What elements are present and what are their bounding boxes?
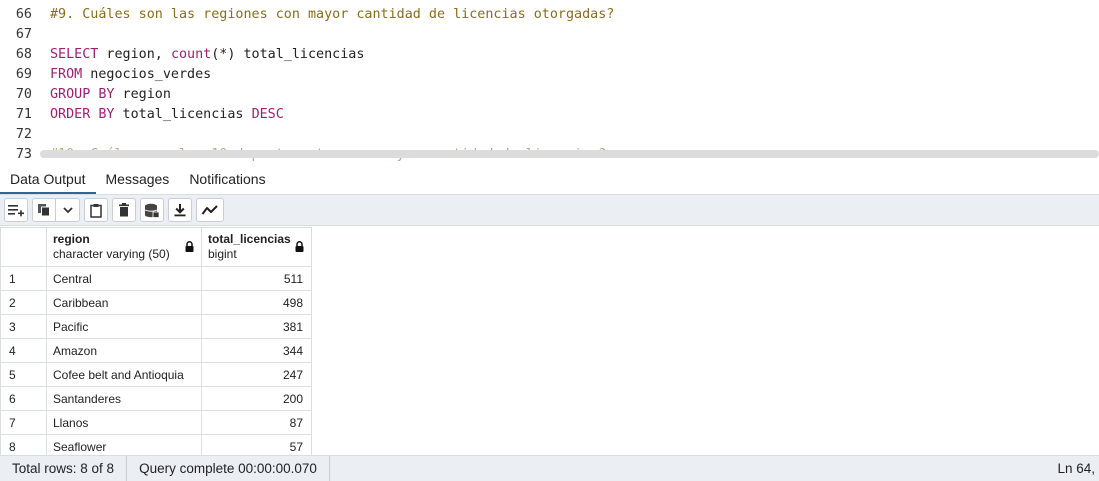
cell-region[interactable]: Santanderes (46, 386, 202, 411)
download-button[interactable] (168, 198, 192, 222)
code-text: region, (98, 46, 171, 62)
cell-region[interactable]: Central (46, 266, 202, 291)
total-rows-status: Total rows: 8 of 8 (0, 456, 128, 481)
save-data-button[interactable] (140, 198, 164, 222)
cell-region[interactable]: Llanos (46, 410, 202, 435)
row-number[interactable]: 4 (0, 338, 47, 363)
table-row[interactable]: 6 Santanderes 200 (0, 386, 312, 411)
cell-total-licencias[interactable]: 344 (201, 338, 312, 363)
data-output-toolbar (0, 195, 1099, 226)
chevron-down-icon (62, 207, 73, 214)
row-number[interactable]: 5 (0, 362, 47, 387)
cell-region[interactable]: Seaflower (46, 434, 202, 455)
table-row[interactable]: 8 Seaflower 57 (0, 434, 312, 455)
status-bar: Total rows: 8 of 8 Query complete 00:00:… (0, 455, 1099, 481)
comment-text: #9. Cuáles son las regiones con mayor ca… (50, 6, 615, 22)
cell-total-licencias[interactable]: 57 (201, 434, 312, 455)
row-number[interactable]: 1 (0, 266, 47, 291)
line-number: 69 (15, 66, 32, 82)
cell-total-licencias[interactable]: 498 (201, 290, 312, 315)
code-text: (*) total_licencias (211, 46, 365, 62)
code-line-72[interactable]: 72 (0, 124, 1099, 144)
cell-total-licencias[interactable]: 87 (201, 410, 312, 435)
code-line-68[interactable]: 68 SELECT region, count (*) total_licenci… (0, 44, 1099, 64)
row-number[interactable]: 2 (0, 290, 47, 315)
output-tabs: Data Output Messages Notifications (0, 162, 1099, 195)
column-type: character varying (50) (53, 247, 170, 261)
delete-icon (119, 203, 129, 217)
horizontal-scrollbar[interactable] (40, 150, 1099, 158)
add-row-icon (8, 205, 24, 217)
table-row[interactable]: 1 Central 511 (0, 266, 312, 291)
cell-region[interactable]: Caribbean (46, 290, 202, 315)
save-data-icon (144, 203, 160, 218)
paste-button[interactable] (84, 198, 108, 222)
keyword-from: FROM (50, 66, 83, 82)
keyword-select: SELECT (50, 46, 99, 62)
code-text: total_licencias (114, 106, 252, 122)
table-row[interactable]: 7 Llanos 87 (0, 410, 312, 435)
lock-icon (185, 241, 194, 252)
keyword-order-by: ORDER BY (50, 106, 115, 122)
row-number[interactable]: 3 (0, 314, 47, 339)
row-number[interactable]: 7 (0, 410, 47, 435)
code-line-71[interactable]: 71 ORDER BY total_licencias DESC (0, 104, 1099, 124)
add-row-button[interactable] (4, 198, 28, 222)
sql-editor[interactable]: 66 #9. Cuáles son las regiones con mayor… (0, 0, 1099, 162)
keyword-desc: DESC (251, 106, 284, 122)
graph-visualiser-button[interactable] (196, 198, 224, 222)
delete-button[interactable] (112, 198, 136, 222)
row-number[interactable]: 8 (0, 434, 47, 455)
column-name: region (53, 232, 90, 246)
tab-messages[interactable]: Messages (96, 171, 180, 194)
cell-total-licencias[interactable]: 511 (201, 266, 312, 291)
code-line-67[interactable]: 67 (0, 24, 1099, 44)
table-row[interactable]: 3 Pacific 381 (0, 314, 312, 339)
column-header-region[interactable]: region character varying (50) (46, 227, 202, 267)
lock-icon (295, 241, 304, 252)
code-line-70[interactable]: 70 GROUP BY region (0, 84, 1099, 104)
tab-notifications[interactable]: Notifications (179, 171, 275, 194)
cell-region[interactable]: Cofee belt and Antioquia (46, 362, 202, 387)
result-grid[interactable]: region character varying (50) total_lice… (0, 227, 1099, 455)
copy-button-group (32, 198, 80, 222)
result-table: region character varying (50) total_lice… (0, 227, 312, 455)
line-number: 68 (15, 46, 32, 62)
cell-total-licencias[interactable]: 381 (201, 314, 312, 339)
keyword-count: count (170, 46, 212, 62)
cursor-position: Ln 64, (1057, 461, 1095, 476)
table-row[interactable]: 2 Caribbean 498 (0, 290, 312, 315)
cell-total-licencias[interactable]: 200 (201, 386, 312, 411)
code-text: region (114, 86, 171, 102)
code-text: negocios_verdes (82, 66, 212, 82)
cell-region[interactable]: Pacific (46, 314, 202, 339)
download-icon (174, 204, 186, 217)
line-number: 70 (15, 86, 32, 102)
paste-icon (90, 203, 102, 218)
column-header-total-licencias[interactable]: total_licencias bigint (201, 227, 312, 267)
line-number: 71 (15, 106, 32, 122)
header-row: region character varying (50) total_lice… (0, 227, 312, 267)
graph-icon (201, 205, 218, 215)
cell-total-licencias[interactable]: 247 (201, 362, 312, 387)
line-number: 66 (15, 6, 32, 22)
copy-button[interactable] (32, 198, 56, 222)
code-line-69[interactable]: 69 FROM negocios_verdes (0, 64, 1099, 84)
line-number: 67 (15, 26, 32, 42)
copy-options-dropdown[interactable] (56, 198, 80, 222)
tab-data-output[interactable]: Data Output (0, 171, 96, 194)
copy-icon (38, 204, 50, 217)
code-line-66[interactable]: 66 #9. Cuáles son las regiones con mayor… (0, 4, 1099, 24)
keyword-group-by: GROUP BY (50, 86, 115, 102)
query-status: Query complete 00:00:00.070 (127, 456, 330, 481)
table-row[interactable]: 4 Amazon 344 (0, 338, 312, 363)
row-number[interactable]: 6 (0, 386, 47, 411)
row-number-header[interactable] (0, 227, 47, 267)
cell-region[interactable]: Amazon (46, 338, 202, 363)
line-number: 72 (15, 126, 32, 142)
table-row[interactable]: 5 Cofee belt and Antioquia 247 (0, 362, 312, 387)
